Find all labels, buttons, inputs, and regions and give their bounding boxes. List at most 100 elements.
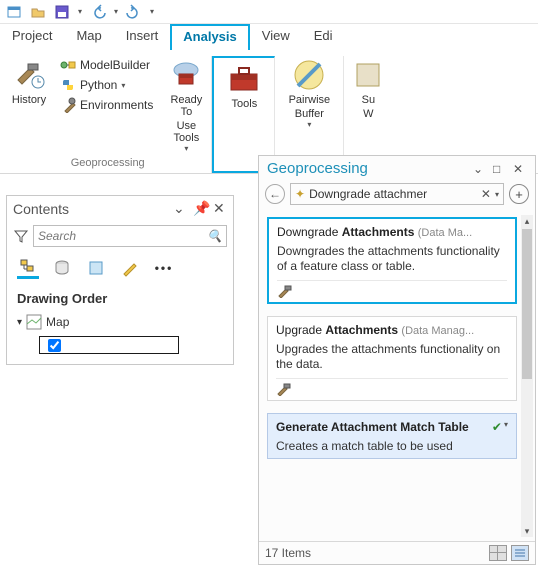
scrollbar[interactable]: ▴ ▾	[521, 215, 533, 537]
sum-label1: Su	[362, 92, 375, 106]
result-category: (Data Manag...	[401, 325, 474, 337]
collapse-icon[interactable]: ▾	[17, 317, 22, 328]
close-icon[interactable]: ✕	[513, 162, 527, 176]
tab-edit[interactable]: Edi	[302, 24, 345, 50]
search-placeholder: Search	[38, 229, 76, 243]
tab-insert[interactable]: Insert	[114, 24, 171, 50]
result-title-bold: Attachments	[325, 323, 398, 337]
hammer-clock-icon	[12, 58, 46, 92]
redo-icon[interactable]	[126, 4, 142, 20]
python-icon	[60, 77, 76, 93]
scroll-up-icon[interactable]: ▴	[521, 215, 533, 227]
tab-project[interactable]: Project	[0, 24, 64, 50]
grid-view-button[interactable]	[489, 545, 507, 561]
environments-label: Environments	[80, 98, 153, 112]
redo-dropdown-icon[interactable]: ▾	[150, 7, 154, 16]
list-selection-icon[interactable]	[85, 257, 107, 279]
sparkle-icon: ✦	[295, 187, 305, 201]
chevron-down-icon[interactable]: ⌄	[473, 162, 487, 176]
scroll-down-icon[interactable]: ▾	[521, 525, 533, 537]
tool-hammer-icon	[276, 382, 292, 396]
chevron-down-icon[interactable]: ▾	[504, 420, 508, 430]
undo-dropdown-icon[interactable]: ▾	[114, 7, 118, 16]
environments-icon	[60, 97, 76, 113]
save-dropdown-icon[interactable]: ▾	[78, 7, 82, 16]
tab-analysis[interactable]: Analysis	[170, 24, 249, 50]
plus-icon: +	[515, 187, 523, 202]
gp-titlebar: Geoprocessing ⌄ □ ✕	[259, 156, 535, 181]
list-drawing-order-icon[interactable]	[17, 257, 39, 279]
chevron-down-icon[interactable]: ▾	[184, 144, 188, 153]
python-button[interactable]: Python ▾	[58, 76, 155, 94]
modelbuilder-icon	[60, 57, 76, 73]
result-upgrade-attachments[interactable]: Upgrade Attachments (Data Manag... Upgra…	[267, 316, 517, 401]
environments-button[interactable]: Environments	[58, 96, 155, 114]
chevron-down-icon[interactable]: ⌄	[173, 200, 187, 217]
result-title-bold: Generate Attachment Match Table	[276, 420, 492, 434]
layer-checkbox[interactable]	[48, 339, 61, 352]
result-generate-match-table[interactable]: Generate Attachment Match Table ✔ ▾ Crea…	[267, 413, 517, 458]
contents-title: Contents	[13, 201, 69, 217]
ribbon-tabs: Project Map Insert Analysis View Edi	[0, 24, 538, 50]
close-icon[interactable]: ✕	[213, 200, 227, 217]
tool-hammer-icon	[277, 284, 293, 298]
ready-label1: Ready To	[163, 92, 209, 118]
pin-icon[interactable]: 📌	[193, 200, 207, 217]
quick-access-toolbar: ▾ ▾ ▾	[0, 0, 538, 24]
gp-search-text: Downgrade attachmer	[309, 187, 477, 201]
save-icon[interactable]	[54, 4, 70, 20]
map-icon	[26, 314, 42, 330]
list-editing-icon[interactable]	[119, 257, 141, 279]
drawing-order-heading: Drawing Order	[7, 283, 233, 312]
scroll-thumb[interactable]	[522, 229, 532, 379]
pairwise-buffer-button[interactable]: Pairwise Buffer ▾	[281, 56, 337, 131]
check-icon: ✔	[492, 420, 502, 434]
map-tree-item[interactable]: ▾ Map	[7, 312, 233, 332]
result-downgrade-attachments[interactable]: Downgrade Attachments (Data Ma... Downgr…	[267, 217, 517, 304]
arrow-left-icon: ←	[269, 187, 281, 201]
python-dropdown-icon[interactable]: ▾	[121, 81, 125, 90]
ribbon: Project Map Insert Analysis View Edi His…	[0, 24, 538, 174]
restore-icon[interactable]: □	[493, 162, 507, 176]
contents-pane: Contents ⌄ 📌 ✕ Search 🔍 ••• Drawing Orde…	[6, 195, 234, 365]
undo-icon[interactable]	[90, 4, 106, 20]
result-category: (Data Ma...	[418, 227, 472, 239]
result-title-prefix: Downgrade	[277, 225, 342, 239]
history-button[interactable]: History	[4, 56, 54, 155]
ready-to-use-button[interactable]: Ready To Use Tools ▾	[161, 56, 211, 155]
filter-icon[interactable]	[13, 228, 29, 244]
clear-icon[interactable]: ✕	[481, 187, 491, 201]
summarize-icon	[351, 58, 385, 92]
gp-title: Geoprocessing	[267, 160, 368, 177]
buffer-icon	[292, 58, 326, 92]
back-button[interactable]: ←	[265, 184, 285, 204]
add-button[interactable]: +	[509, 184, 529, 204]
summarize-button[interactable]: Su W	[350, 56, 386, 122]
toolbox-icon	[227, 62, 261, 96]
chevron-down-icon[interactable]: ▾	[307, 120, 311, 129]
tools-label: Tools	[232, 96, 258, 110]
result-title-bold: Attachments	[342, 225, 415, 239]
contents-search-input[interactable]: Search 🔍	[33, 225, 227, 247]
more-icon[interactable]: •••	[153, 257, 175, 279]
result-desc: Creates a match table to be used	[276, 435, 508, 454]
cloud-toolbox-icon	[169, 58, 203, 92]
gp-search-input[interactable]: ✦ Downgrade attachmer ✕ ▾	[290, 183, 504, 205]
map-label: Map	[46, 315, 69, 329]
layer-item[interactable]	[39, 336, 179, 354]
sum-label2: W	[363, 106, 373, 120]
search-dropdown-icon[interactable]: ▾	[495, 190, 499, 199]
contents-view-tabs: •••	[7, 251, 233, 283]
contents-titlebar: Contents ⌄ 📌 ✕	[7, 196, 233, 221]
tab-view[interactable]: View	[250, 24, 302, 50]
new-project-icon[interactable]	[6, 4, 22, 20]
geoprocessing-pane: Geoprocessing ⌄ □ ✕ ← ✦ Downgrade attach…	[258, 155, 536, 565]
list-view-button[interactable]	[511, 545, 529, 561]
result-desc: Downgrades the attachments functionality…	[277, 240, 507, 280]
tab-map[interactable]: Map	[64, 24, 113, 50]
open-icon[interactable]	[30, 4, 46, 20]
modelbuilder-label: ModelBuilder	[80, 58, 150, 72]
modelbuilder-button[interactable]: ModelBuilder	[58, 56, 155, 74]
gp-results: ▴ ▾ Downgrade Attachments (Data Ma... Do…	[259, 211, 535, 541]
list-source-icon[interactable]	[51, 257, 73, 279]
